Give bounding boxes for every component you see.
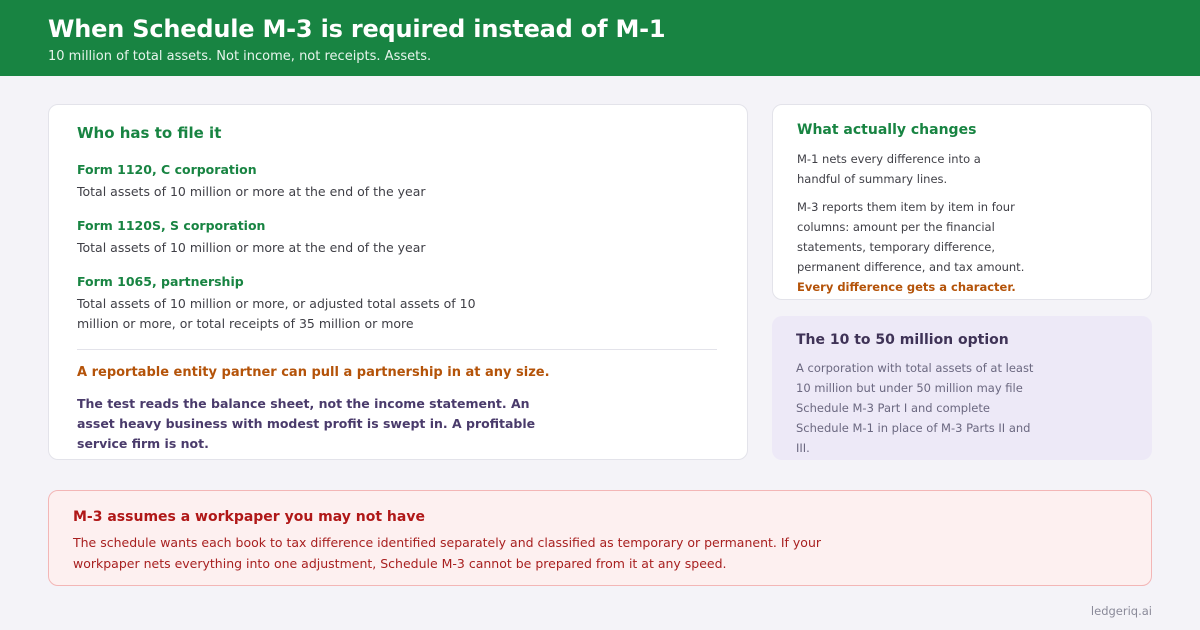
form-requirement: Total assets of 10 million or more at th… <box>77 184 426 199</box>
warning-text: The schedule wants each book to tax diff… <box>73 535 822 571</box>
m3-description: M-3 reports them item by item in four co… <box>797 200 1025 274</box>
form-name: Form 1120, C corporation <box>77 162 257 177</box>
brand-footer: ledgeriq.ai <box>1090 604 1152 618</box>
form-requirement: Total assets of 10 million or more, or a… <box>77 296 476 331</box>
form-name: Form 1065, partnership <box>77 274 244 289</box>
m1-description: M-1 nets every difference into a handful… <box>797 152 981 186</box>
option-text: A corporation with total assets of at le… <box>796 361 1034 455</box>
warning-card: M-3 assumes a workpaper you may not have… <box>48 490 1152 586</box>
who-files-card: Who has to file it Form 1120, C corporat… <box>48 104 748 460</box>
changes-heading: What actually changes <box>797 122 977 138</box>
divider <box>77 349 717 350</box>
warning-heading: M-3 assumes a workpaper you may not have <box>73 509 425 525</box>
form-entry-1120s: Form 1120S, S corporation Total assets o… <box>77 217 719 258</box>
form-entry-1120: Form 1120, C corporation Total assets of… <box>77 161 719 202</box>
option-heading: The 10 to 50 million option <box>796 332 1009 348</box>
form-name: Form 1120S, S corporation <box>77 218 266 233</box>
partner-alert: A reportable entity partner can pull a p… <box>77 365 550 380</box>
changes-card: What actually changes M-1 nets every dif… <box>772 104 1152 300</box>
page-subtitle: 10 million of total assets. Not income, … <box>48 49 432 64</box>
who-files-heading: Who has to file it <box>77 124 222 142</box>
form-requirement: Total assets of 10 million or more at th… <box>77 240 426 255</box>
page-title: When Schedule M-3 is required instead of… <box>48 15 666 43</box>
character-emphasis: Every difference gets a character. <box>797 280 1016 294</box>
form-entry-1065: Form 1065, partnership Total assets of 1… <box>77 273 719 334</box>
page-header: When Schedule M-3 is required instead of… <box>0 0 1200 76</box>
option-card: The 10 to 50 million option A corporatio… <box>772 316 1152 460</box>
balance-sheet-note: The test reads the balance sheet, not th… <box>77 396 536 451</box>
